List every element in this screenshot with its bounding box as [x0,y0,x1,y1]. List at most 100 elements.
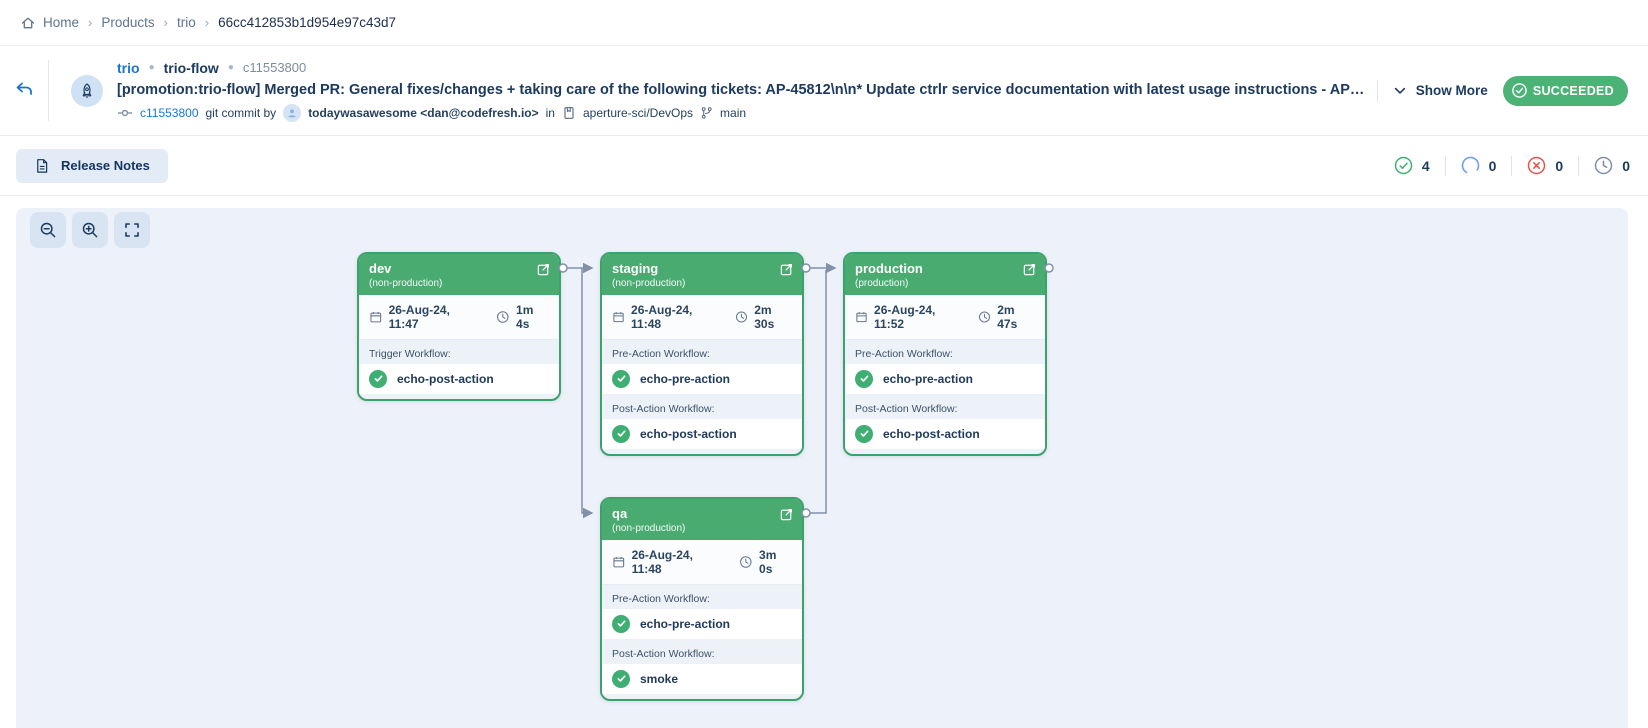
branch-icon [700,106,713,120]
env-type: (non-production) [369,278,549,289]
repo-icon [562,106,576,120]
env-date: 26-Aug-24, 11:52 [855,303,962,331]
env-duration: 1m 4s [496,303,549,331]
env-duration: 2m 30s [735,303,792,331]
env-section: Post-Action Workflow: smoke [602,640,802,695]
check-circle-icon [612,370,630,388]
pending-clock-icon [1594,156,1613,175]
branch-name: main [720,106,746,120]
dot-separator: ● [228,62,234,73]
env-section: Trigger Workflow: echo-post-action [359,340,559,395]
counter-failed[interactable]: 0 [1527,156,1563,175]
counter-succeeded[interactable]: 4 [1394,156,1430,175]
edit-icon[interactable] [1022,262,1037,280]
env-card-production[interactable]: production (production) 26-Aug-24, 11:52… [843,252,1047,456]
pipeline-canvas[interactable]: dev (non-production) 26-Aug-24, 11:47 1m… [16,208,1628,728]
edit-icon[interactable] [536,262,551,280]
workflow-row[interactable]: smoke [602,664,802,695]
clock-icon [978,310,991,324]
env-date: 26-Aug-24, 11:48 [612,303,719,331]
breadcrumb-release-id: 66cc412853b1d954e97c43d7 [218,15,396,30]
status-badge: SUCCEEDED [1503,76,1628,106]
document-icon [34,158,50,174]
commit-in-label: in [546,106,555,120]
env-section: Pre-Action Workflow: echo-pre-action [602,585,802,640]
check-circle-icon [1394,156,1413,175]
env-duration: 3m 0s [739,548,792,576]
release-notes-button[interactable]: Release Notes [16,149,168,183]
counter-divider [1445,156,1446,176]
workflow-section-label: Post-Action Workflow: [602,395,802,419]
toolbar: Release Notes 4 0 0 0 [0,136,1648,196]
rocket-icon [71,75,103,107]
commit-author: todaywasawesome <dan@codefresh.io> [308,106,538,120]
home-icon [20,15,36,31]
fit-view-button[interactable] [114,212,150,248]
env-date: 26-Aug-24, 11:48 [612,548,723,576]
edit-icon[interactable] [779,262,794,280]
env-meta: 26-Aug-24, 11:48 3m 0s [602,540,802,585]
counter-running-value: 0 [1489,158,1497,174]
breadcrumb-products[interactable]: Products [101,15,154,30]
show-more-button[interactable]: Show More [1393,83,1488,98]
commit-message: [promotion:trio-flow] Merged PR: General… [117,82,1367,98]
zoom-in-icon [81,221,99,239]
counter-pending[interactable]: 0 [1594,156,1630,175]
edit-icon[interactable] [779,507,794,525]
zoom-in-button[interactable] [72,212,108,248]
breadcrumb-separator: › [164,15,168,30]
breadcrumb-product-trio[interactable]: trio [177,15,196,30]
workflow-name: echo-pre-action [640,372,730,386]
check-circle-icon [612,425,630,443]
back-button[interactable] [10,76,38,105]
env-meta: 26-Aug-24, 11:52 2m 47s [845,295,1045,340]
workflow-section-label: Pre-Action Workflow: [845,340,1045,364]
zoom-out-button[interactable] [30,212,66,248]
show-more-label: Show More [1416,83,1488,98]
workflow-name: echo-post-action [397,372,494,386]
workflow-section-label: Post-Action Workflow: [602,640,802,664]
env-card-staging[interactable]: staging (non-production) 26-Aug-24, 11:4… [600,252,804,456]
clock-icon [739,555,753,569]
workflow-row[interactable]: echo-pre-action [845,364,1045,395]
release-title-row: trio ● trio-flow ● c11553800 [117,60,1367,76]
user-avatar-icon [283,104,301,122]
workflow-row[interactable]: echo-pre-action [602,609,802,640]
counter-running[interactable]: 0 [1461,156,1497,175]
commit-sha-link[interactable]: c11553800 [140,106,199,120]
release-id: c11553800 [243,60,306,75]
calendar-icon [612,555,626,569]
workflow-row[interactable]: echo-post-action [359,364,559,395]
product-link[interactable]: trio [117,60,140,76]
release-avatar [49,46,117,135]
commit-line: c11553800 git commit by todaywasawesome … [117,104,1367,122]
env-card-dev[interactable]: dev (non-production) 26-Aug-24, 11:47 1m… [357,252,561,401]
workflow-row[interactable]: echo-post-action [845,419,1045,450]
env-meta: 26-Aug-24, 11:47 1m 4s [359,295,559,340]
env-name: dev [369,261,549,278]
check-circle-icon [369,370,387,388]
check-circle-icon [612,670,630,688]
breadcrumb: Home › Products › trio › 66cc412853b1d95… [0,0,1648,46]
check-circle-icon [855,425,873,443]
env-header: qa (non-production) [602,499,802,540]
fullscreen-icon [123,221,141,239]
env-date: 26-Aug-24, 11:47 [369,303,480,331]
back-icon [14,80,34,98]
workflow-name: echo-post-action [883,427,980,441]
commit-action-label: git commit by [206,106,277,120]
check-circle-icon [612,615,630,633]
app-root: Home › Products › trio › 66cc412853b1d95… [0,0,1648,728]
flow-name: trio-flow [164,60,219,76]
chevron-down-icon [1393,85,1407,97]
workflow-row[interactable]: echo-post-action [602,419,802,450]
counter-divider [1511,156,1512,176]
failed-circle-icon [1527,156,1546,175]
breadcrumb-home-label: Home [43,15,79,30]
workflow-row[interactable]: echo-pre-action [602,364,802,395]
env-card-qa[interactable]: qa (non-production) 26-Aug-24, 11:48 3m … [600,497,804,701]
workflow-name: echo-pre-action [640,617,730,631]
zoom-out-icon [39,221,57,239]
status-label: SUCCEEDED [1533,84,1614,98]
breadcrumb-home[interactable]: Home [20,15,79,31]
